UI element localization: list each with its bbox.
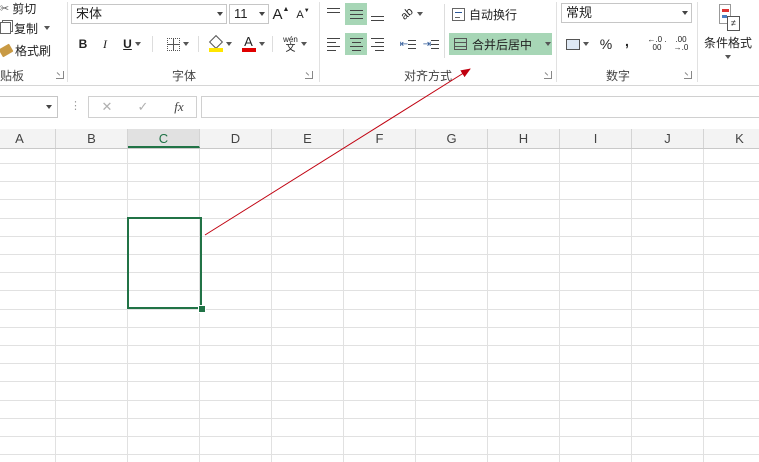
annotation-arrow [204,68,471,236]
arrow-line [204,68,471,236]
